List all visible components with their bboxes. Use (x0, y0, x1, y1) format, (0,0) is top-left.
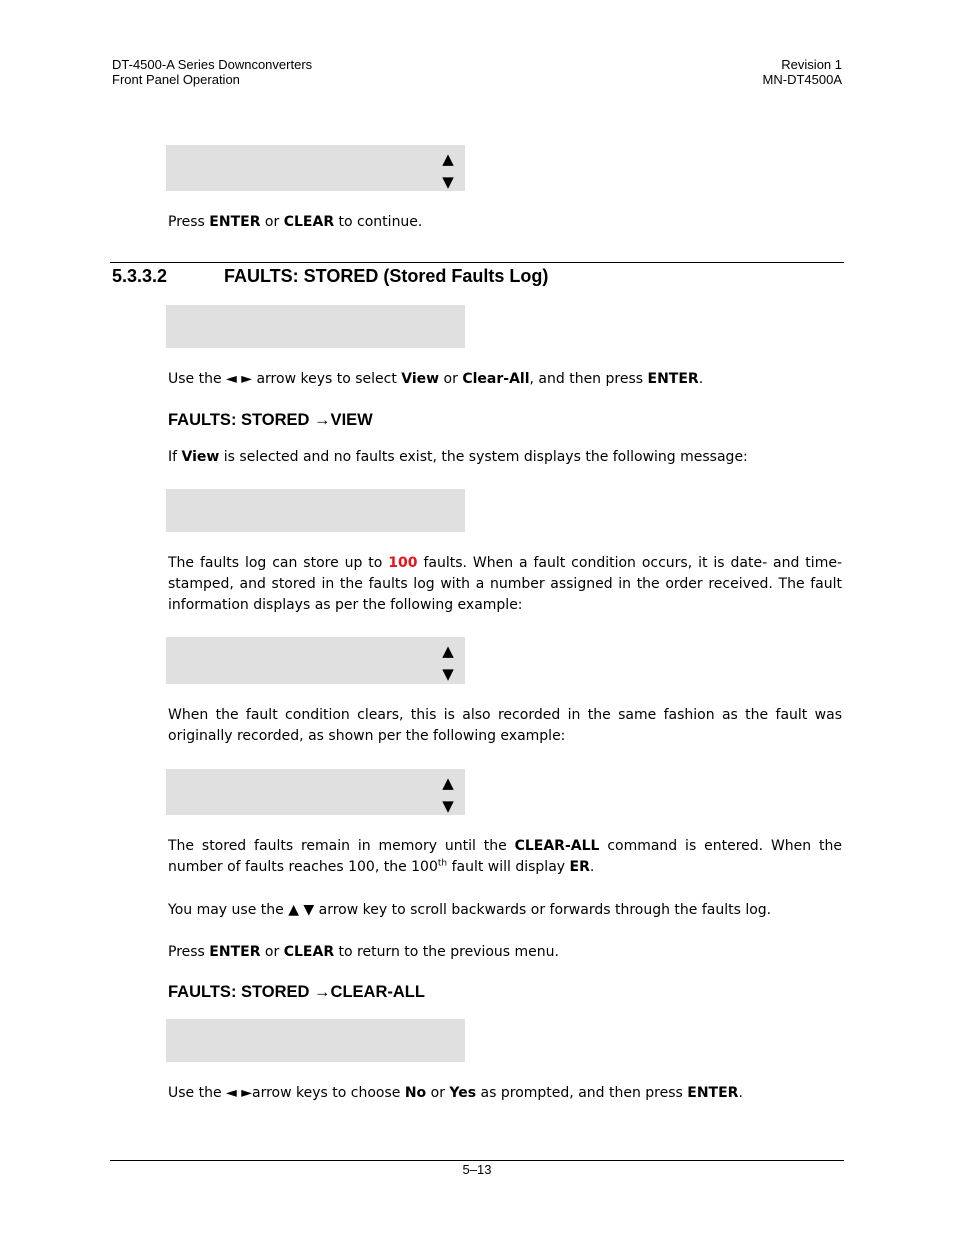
return-instruction: Press ENTER or CLEAR to return to the pr… (168, 944, 559, 960)
select-instruction: Use the ◄ ► arrow keys to select View or… (168, 371, 704, 387)
down-arrow-icon: ▼ (442, 665, 454, 683)
view-description: If View is selected and no faults exist,… (168, 449, 748, 465)
lcd-display-6 (166, 1019, 465, 1062)
lcd-display-2 (166, 305, 465, 348)
up-arrow-icon: ▲ (442, 774, 454, 792)
up-arrow-icon: ▲ (442, 642, 454, 660)
scroll-arrows: ▲ ▼ (441, 772, 455, 818)
choose-instruction: Use the ◄ ►arrow keys to choose No or Ye… (168, 1085, 743, 1101)
fault-clears-description: When the fault condition clears, this is… (168, 707, 842, 744)
scroll-instruction: You may use the ▲ ▼ arrow key to scroll … (168, 902, 772, 918)
doc-number: MN-DT4500A (762, 72, 842, 87)
lcd-display-1: ▲ ▼ (166, 145, 465, 191)
chapter-title: Front Panel Operation (112, 72, 240, 87)
max-faults-count: 100 (388, 555, 418, 571)
doc-title: DT-4500-A Series Downconverters (112, 57, 313, 72)
scroll-arrows: ▲ ▼ (441, 640, 455, 686)
faults-log-description: The faults log can store up to 100 fault… (168, 555, 842, 613)
up-arrow-icon: ▲ (442, 150, 454, 168)
clear-all-subheading: FAULTS: STORED →CLEAR-ALL (168, 983, 425, 1001)
lcd-display-4: ▲ ▼ (166, 637, 465, 684)
section-heading: 5.3.3.2 FAULTS: STORED (Stored Faults Log… (112, 265, 548, 287)
section-title: FAULTS: STORED (Stored Faults Log) (224, 266, 549, 286)
lcd-display-5: ▲ ▼ (166, 769, 465, 815)
section-divider (110, 262, 844, 263)
view-subheading: FAULTS: STORED →VIEW (168, 411, 373, 429)
down-arrow-icon: ▼ (442, 173, 454, 191)
page-header-right: Revision 1 MN-DT4500A (763, 57, 842, 87)
lcd-display-3 (166, 489, 465, 532)
footer-divider (110, 1160, 844, 1161)
scroll-arrows: ▲ ▼ (441, 148, 455, 194)
continue-instruction: Press ENTER or CLEAR to continue. (168, 214, 423, 230)
section-number: 5.3.3.2 (112, 266, 168, 286)
down-arrow-icon: ▼ (442, 797, 454, 815)
memory-description: The stored faults remain in memory until… (168, 838, 842, 875)
revision: Revision 1 (781, 57, 842, 72)
page-number: 5–13 (462, 1162, 492, 1177)
page-header-left: DT-4500-A Series Downconverters Front Pa… (112, 57, 312, 87)
